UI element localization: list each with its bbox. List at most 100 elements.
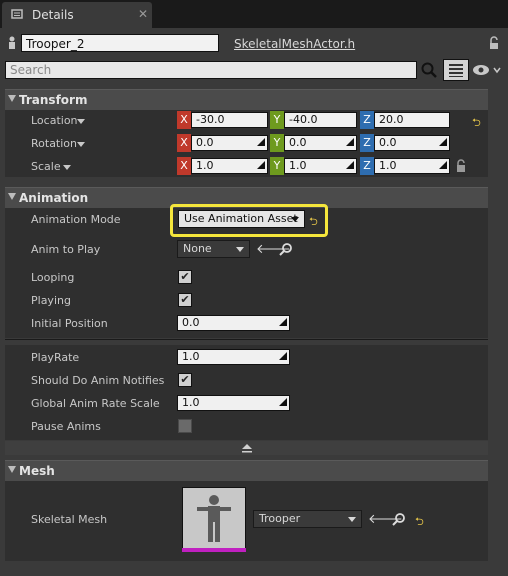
animation-title: Animation	[19, 191, 89, 205]
global-anim-rate-scale-input[interactable]: 1.0	[177, 395, 290, 411]
rotation-label: Rotation	[31, 137, 78, 150]
eye-icon[interactable]	[472, 63, 502, 77]
drag-handle-icon[interactable]	[439, 138, 447, 146]
scale-z-input[interactable]: 1.0	[374, 158, 450, 174]
actor-icon	[6, 35, 18, 51]
scale-y-input[interactable]: 1.0	[284, 158, 357, 174]
scale-y-value: 1.0	[289, 159, 307, 172]
transform-title: Transform	[19, 93, 88, 107]
chevron-down-icon	[291, 217, 299, 222]
drag-handle-icon[interactable]	[279, 318, 287, 326]
initial-position-value: 0.0	[182, 316, 200, 329]
collapse-arrow-icon[interactable]	[8, 466, 16, 473]
drag-handle-icon[interactable]	[439, 161, 447, 169]
details-tab[interactable]: Details ✕	[2, 2, 152, 28]
scale-z-value: 1.0	[379, 159, 397, 172]
anim-to-play-label: Anim to Play	[31, 243, 101, 256]
play-rate-input[interactable]: 1.0	[177, 349, 290, 365]
drag-handle-icon[interactable]	[257, 161, 265, 169]
should-do-anim-notifies-label: Should Do Anim Notifies	[31, 374, 165, 387]
collapse-arrow-icon[interactable]	[8, 193, 16, 200]
scale-y-axis: Y	[270, 157, 284, 175]
scale-x-value: 1.0	[196, 159, 214, 172]
rotation-z-input[interactable]: 0.0	[374, 135, 450, 151]
looping-checkbox[interactable]: ✔	[178, 270, 192, 284]
lock-icon[interactable]	[455, 159, 467, 173]
location-z-input[interactable]: 20.0	[374, 112, 450, 128]
view-options-icon[interactable]	[443, 59, 469, 81]
mesh-section-header[interactable]: Mesh	[5, 460, 488, 481]
asset-color-bar	[182, 548, 246, 552]
looping-label: Looping	[31, 271, 75, 284]
rotation-x-value: 0.0	[196, 136, 214, 149]
lock-icon[interactable]	[487, 36, 501, 50]
browse-icon[interactable]	[279, 242, 293, 256]
chevron-down-icon[interactable]	[77, 119, 85, 124]
details-icon	[11, 8, 23, 20]
skeletal-mesh-value: Trooper	[259, 512, 301, 525]
collapse-arrow-icon[interactable]	[8, 95, 16, 102]
animation-mode-dropdown[interactable]: Use Animation Asset	[178, 210, 305, 228]
drag-handle-icon[interactable]	[346, 161, 354, 169]
reset-to-default-icon[interactable]: ⮌	[415, 513, 424, 532]
skeletal-mesh-dropdown[interactable]: Trooper	[253, 510, 362, 528]
tab-title: Details	[32, 8, 74, 22]
playing-checkbox[interactable]: ✔	[178, 293, 192, 307]
mesh-title: Mesh	[19, 464, 55, 478]
drag-handle-icon[interactable]	[279, 398, 287, 406]
play-rate-value: 1.0	[182, 350, 200, 363]
class-link[interactable]: SkeletalMeshActor.h	[234, 37, 355, 51]
drag-handle-icon[interactable]	[279, 352, 287, 360]
chevron-down-icon[interactable]	[77, 142, 85, 147]
reset-to-default-icon[interactable]: ⮌	[472, 114, 481, 133]
location-x-input[interactable]: -30.0	[191, 112, 268, 128]
chevron-down-icon	[348, 517, 356, 522]
animation-mode-value: Use Animation Asset	[184, 212, 298, 225]
location-y-axis: Y	[270, 111, 284, 129]
search-input[interactable]: Search	[5, 61, 417, 79]
playing-label: Playing	[31, 294, 71, 307]
rotation-y-value: 0.0	[289, 136, 307, 149]
initial-position-label: Initial Position	[31, 317, 108, 330]
chevron-down-icon	[236, 247, 244, 252]
magnifier-icon[interactable]	[420, 61, 438, 79]
divider	[5, 339, 488, 340]
initial-position-input[interactable]: 0.0	[177, 315, 290, 331]
global-anim-rate-scale-value: 1.0	[182, 396, 200, 409]
location-z-axis: Z	[360, 111, 374, 129]
global-anim-rate-scale-label: Global Anim Rate Scale	[31, 397, 160, 410]
close-icon[interactable]: ✕	[138, 7, 148, 21]
animation-mode-label: Animation Mode	[31, 213, 121, 226]
scale-x-axis: X	[177, 157, 191, 175]
scale-label: Scale	[31, 160, 61, 173]
anim-to-play-dropdown[interactable]: None	[177, 240, 250, 258]
chevron-down-icon[interactable]	[63, 165, 71, 170]
search-placeholder: Search	[10, 63, 52, 77]
rotation-z-axis: Z	[360, 134, 374, 152]
drag-handle-icon[interactable]	[346, 138, 354, 146]
scale-x-input[interactable]: 1.0	[191, 158, 268, 174]
skeletal-mesh-label: Skeletal Mesh	[31, 513, 108, 526]
should-do-anim-notifies-checkbox[interactable]: ✔	[178, 373, 192, 387]
location-x-axis: X	[177, 111, 191, 129]
collapse-advanced-icon[interactable]	[241, 443, 253, 453]
rotation-y-input[interactable]: 0.0	[284, 135, 357, 151]
location-label: Location	[31, 114, 78, 127]
browse-icon[interactable]	[392, 512, 406, 526]
play-rate-label: PlayRate	[31, 351, 80, 364]
pause-anims-label: Pause Anims	[31, 420, 101, 433]
location-y-input[interactable]: -40.0	[284, 112, 357, 128]
drag-handle-icon[interactable]	[257, 138, 265, 146]
transform-section-header[interactable]: Transform	[5, 89, 488, 110]
mesh-thumbnail[interactable]	[182, 487, 246, 551]
rotation-x-axis: X	[177, 134, 191, 152]
rotation-z-value: 0.0	[379, 136, 397, 149]
anim-to-play-value: None	[183, 242, 212, 255]
actor-name-input[interactable]: Trooper_2	[21, 34, 219, 52]
pause-anims-checkbox[interactable]	[178, 419, 192, 433]
rotation-x-input[interactable]: 0.0	[191, 135, 268, 151]
rotation-y-axis: Y	[270, 134, 284, 152]
scale-z-axis: Z	[360, 157, 374, 175]
trooper-figure-icon	[197, 495, 231, 542]
reset-to-default-icon[interactable]: ⮌	[309, 213, 318, 232]
